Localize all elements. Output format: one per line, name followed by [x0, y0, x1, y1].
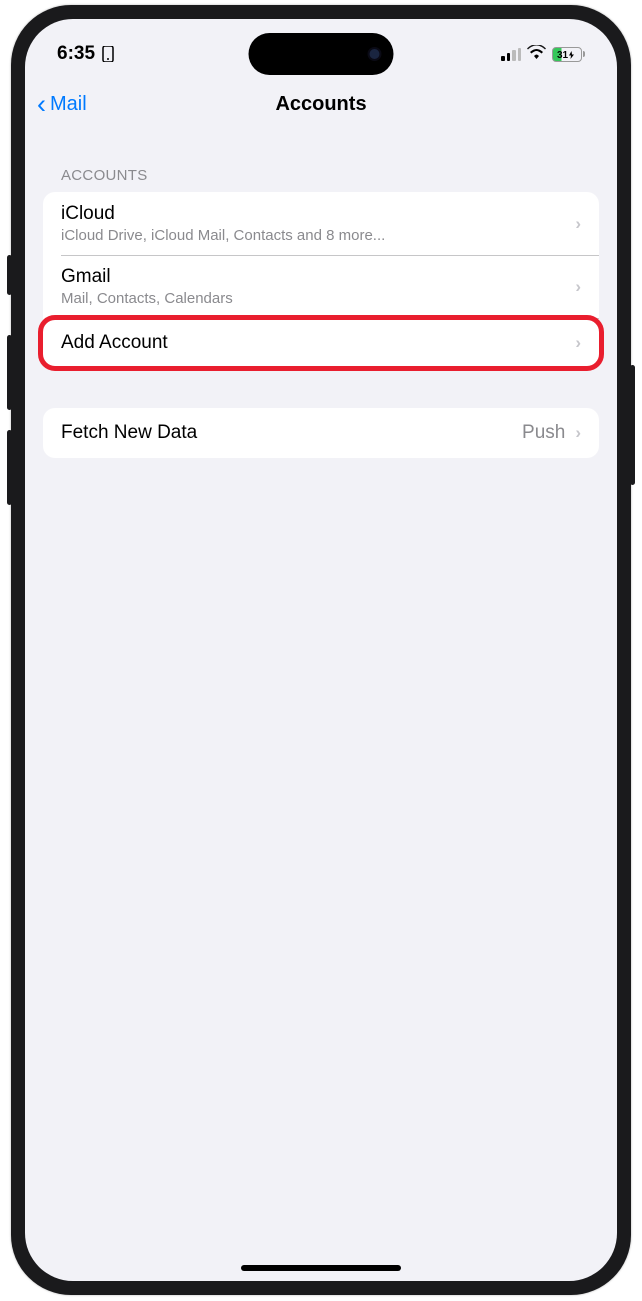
row-title: Add Account: [61, 332, 575, 354]
navigation-bar: ‹ Mail Accounts: [25, 79, 617, 129]
account-row-icloud[interactable]: iCloud iCloud Drive, iCloud Mail, Contac…: [43, 192, 599, 255]
cellular-signal-icon: [501, 48, 521, 61]
row-title: Gmail: [61, 266, 575, 288]
row-title: Fetch New Data: [61, 422, 522, 444]
chevron-right-icon: ›: [575, 277, 581, 297]
content: ACCOUNTS iCloud iCloud Drive, iCloud Mai…: [25, 129, 617, 458]
row-value: Push: [522, 422, 565, 444]
page-title: Accounts: [275, 93, 366, 116]
account-row-gmail[interactable]: Gmail Mail, Contacts, Calendars ›: [43, 255, 599, 318]
camera-dot: [368, 47, 382, 61]
section-header: ACCOUNTS: [43, 129, 599, 192]
row-title: iCloud: [61, 203, 575, 225]
chevron-right-icon: ›: [575, 423, 581, 443]
chevron-left-icon: ‹: [37, 91, 46, 118]
dynamic-island: [249, 33, 394, 75]
accounts-list: iCloud iCloud Drive, iCloud Mail, Contac…: [43, 192, 599, 368]
home-indicator[interactable]: [241, 1265, 401, 1271]
screen: 6:35 31: [25, 19, 617, 1281]
battery-icon: 31: [552, 47, 585, 62]
row-subtitle: Mail, Contacts, Calendars: [61, 290, 575, 307]
status-time: 6:35: [57, 43, 95, 65]
chevron-right-icon: ›: [575, 333, 581, 353]
side-button: [7, 430, 12, 505]
row-subtitle: iCloud Drive, iCloud Mail, Contacts and …: [61, 227, 575, 244]
back-label: Mail: [50, 93, 87, 116]
wifi-icon: [527, 45, 546, 64]
phone-frame: 6:35 31: [11, 5, 631, 1295]
status-left: 6:35: [57, 43, 115, 65]
side-button: [630, 365, 635, 485]
fetch-new-data-row[interactable]: Fetch New Data Push ›: [43, 408, 599, 458]
fetch-group: Fetch New Data Push ›: [43, 408, 599, 458]
orientation-lock-icon: [101, 46, 115, 62]
add-account-row[interactable]: Add Account ›: [43, 318, 599, 368]
status-right: 31: [501, 45, 585, 64]
back-button[interactable]: ‹ Mail: [37, 91, 87, 118]
side-button: [7, 255, 12, 295]
side-button: [7, 335, 12, 410]
chevron-right-icon: ›: [575, 214, 581, 234]
